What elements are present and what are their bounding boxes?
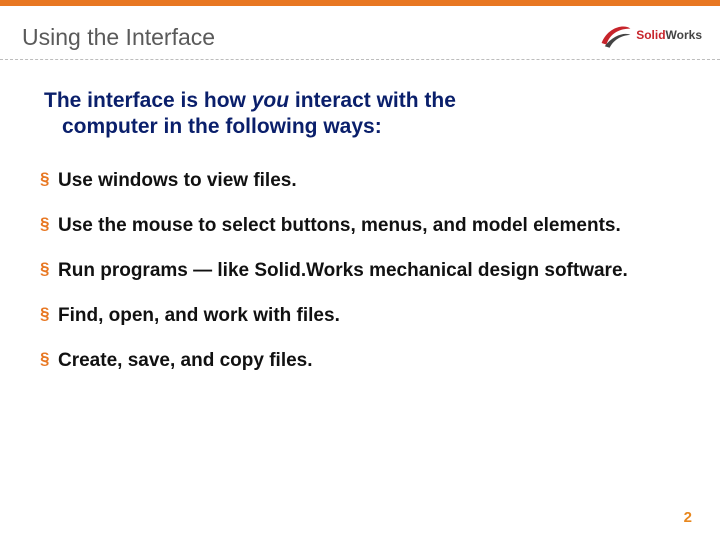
list-item-text: Create, save, and copy files. [58, 350, 313, 371]
bullet-icon: § [40, 169, 49, 190]
list-item: § Use the mouse to select buttons, menus… [40, 214, 680, 237]
list-item: § Use windows to view files. [40, 169, 680, 192]
solidworks-swoosh-icon [600, 20, 632, 50]
bullet-icon: § [40, 304, 49, 325]
slide-content: The interface is how you interact with t… [0, 60, 720, 372]
list-item-text: Find, open, and work with files. [58, 305, 340, 326]
list-item: § Run programs — like Solid.Works mechan… [40, 259, 680, 282]
lead-mid: interact with the [289, 89, 456, 112]
lead-paragraph: The interface is how you interact with t… [40, 88, 680, 141]
page-number: 2 [684, 509, 692, 526]
bullet-icon: § [40, 259, 49, 280]
bullet-list: § Use windows to view files. § Use the m… [40, 169, 680, 373]
list-item: § Find, open, and work with files. [40, 304, 680, 327]
list-item-text: Use windows to view files. [58, 170, 297, 191]
slide-header: Using the Interface SolidWorks [0, 6, 720, 59]
list-item-text: Use the mouse to select buttons, menus, … [58, 215, 621, 236]
brand-solid: Solid [636, 28, 665, 42]
list-item: § Create, save, and copy files. [40, 349, 680, 372]
lead-you: you [252, 89, 289, 112]
bullet-icon: § [40, 214, 49, 235]
brand-logo: SolidWorks [600, 20, 702, 50]
brand-logo-text: SolidWorks [636, 28, 702, 42]
list-item-text: Run programs — like Solid.Works mechanic… [58, 260, 628, 281]
brand-works: Works [666, 28, 702, 42]
lead-prefix: The interface is how [44, 89, 252, 112]
lead-line2: computer in the following ways: [44, 114, 680, 140]
bullet-icon: § [40, 349, 49, 370]
